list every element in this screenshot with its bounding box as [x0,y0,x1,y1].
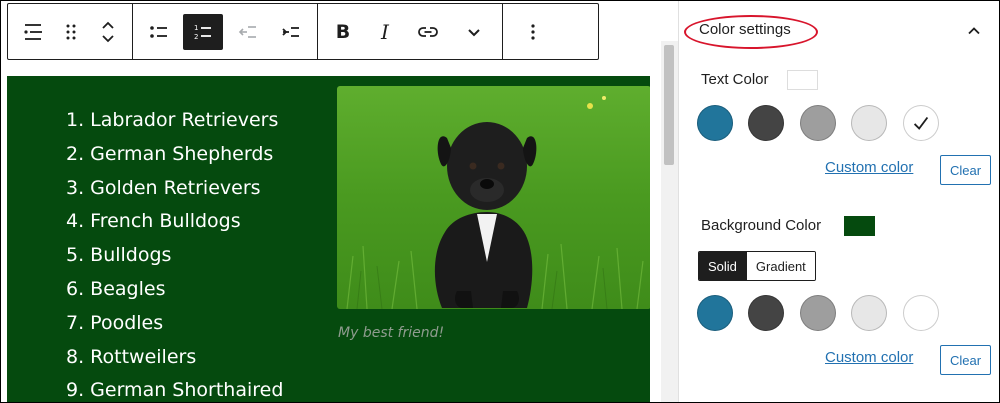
toolbar-group-format: B I [318,4,503,59]
columns-block[interactable]: 1. Labrador Retrievers 2. German Shepher… [7,76,650,402]
swatch-white[interactable] [903,105,939,141]
text-color-clear-button[interactable]: Clear [940,155,991,185]
panel-title: Color settings [699,21,791,38]
swatch-light-gray[interactable] [851,105,887,141]
background-color-clear-button[interactable]: Clear [940,345,991,375]
ordered-list[interactable]: 1. Labrador Retrievers 2. German Shepher… [66,104,283,402]
list-item[interactable]: 5. Bulldogs [66,239,283,273]
options-icon[interactable] [509,14,557,50]
text-color-label: Text Color [701,71,769,88]
swatch-medium-gray[interactable] [800,295,836,331]
swatch-blue[interactable] [697,295,733,331]
puppy-image[interactable] [337,86,650,309]
list-item[interactable]: 4. French Bulldogs [66,205,283,239]
list-item[interactable]: 2. German Shepherds [66,138,283,172]
italic-button[interactable]: I [366,14,404,50]
svg-text:2: 2 [194,33,198,41]
list-item[interactable]: 3. Golden Retrievers [66,172,283,206]
fill-type-tabs: Solid Gradient [698,251,816,281]
block-toolbar: 12 B I [7,3,599,60]
swatch-white[interactable] [903,295,939,331]
text-color-indicator [787,70,818,90]
unordered-list-icon[interactable] [139,14,179,50]
scrollbar-thumb[interactable] [664,45,674,165]
list-block-icon[interactable] [14,14,52,50]
background-color-label: Background Color [701,217,822,234]
tab-solid[interactable]: Solid [699,252,746,280]
settings-sidebar: Color settings Text Color Custom color C… [679,1,999,402]
indent-icon[interactable] [271,14,311,50]
drag-handle-icon[interactable] [56,14,86,50]
swatch-blue[interactable] [697,105,733,141]
toolbar-group-options [503,4,563,59]
outdent-icon[interactable] [227,14,267,50]
text-custom-color-link[interactable]: Custom color [825,159,913,176]
background-color-indicator [844,216,875,236]
editor-window: 12 B I 1. Labrador Retrievers 2. German … [0,0,1000,403]
list-item[interactable]: 1. Labrador Retrievers [66,104,283,138]
toolbar-group-block [8,4,133,59]
swatch-dark-gray[interactable] [748,295,784,331]
list-item[interactable]: 8. Rottweilers [66,341,283,375]
checkmark-icon [913,116,929,130]
list-item[interactable]: 6. Beagles [66,273,283,307]
ordered-list-icon[interactable]: 12 [183,13,223,50]
svg-text:1: 1 [194,24,198,32]
image-caption[interactable]: My best friend! [338,325,444,341]
background-custom-color-link[interactable]: Custom color [825,349,913,366]
link-icon[interactable] [408,14,448,50]
more-rich-text-icon[interactable] [452,14,496,50]
swatch-light-gray[interactable] [851,295,887,331]
toolbar-group-list: 12 [133,4,318,59]
swatch-dark-gray[interactable] [748,105,784,141]
list-item[interactable]: 9. German Shorthaired [66,374,283,402]
bold-button[interactable]: B [324,14,362,50]
move-up-down-icon[interactable] [90,14,126,50]
color-settings-panel-header[interactable]: Color settings [679,1,999,63]
chevron-up-icon[interactable] [964,21,984,41]
tab-gradient[interactable]: Gradient [745,252,815,280]
swatch-medium-gray[interactable] [800,105,836,141]
list-item[interactable]: 7. Poodles [66,307,283,341]
